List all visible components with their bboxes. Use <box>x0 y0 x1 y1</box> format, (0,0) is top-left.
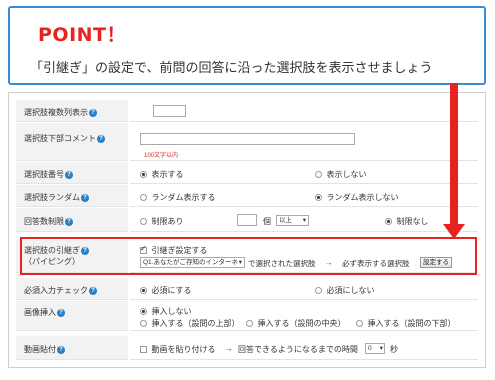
help-icon[interactable]: ? <box>81 193 89 202</box>
row-image-label: 画像挿入 <box>24 308 56 317</box>
arrow-down-shaft <box>450 83 458 226</box>
limit-off-option[interactable]: 制限なし <box>385 216 428 227</box>
row-required-label: 必須入力チェック <box>24 286 88 295</box>
radio[interactable] <box>356 320 363 328</box>
callout-text: 「引継ぎ」の設定で、前問の回答に沿った選択肢を表示させましょう <box>30 61 433 76</box>
image-none-option[interactable]: 挿入しない <box>140 306 191 317</box>
checkbox[interactable] <box>140 346 147 354</box>
radio-selected[interactable] <box>140 287 147 295</box>
video-time-select[interactable]: 0 ▾ <box>365 343 385 354</box>
help-icon[interactable]: ? <box>89 286 97 295</box>
image-top-option[interactable]: 挿入する（設問の上部） <box>140 318 239 329</box>
radio-selected[interactable] <box>385 218 392 226</box>
random-hide-option[interactable]: ランダム表示しない <box>315 192 398 203</box>
random-show-option[interactable]: ランダム表示する <box>140 192 215 203</box>
chevron-down-icon: ▾ <box>379 345 383 352</box>
help-icon[interactable]: ? <box>57 308 65 317</box>
limit-unit: 個 <box>263 217 271 226</box>
point-callout: POINT！ 「引継ぎ」の設定で、前問の回答に沿った選択肢を表示させましょう <box>8 6 486 85</box>
radio-selected[interactable] <box>315 194 322 202</box>
radio[interactable] <box>315 171 322 179</box>
limit-condition-select[interactable]: 以上 ▾ <box>276 215 309 226</box>
radio[interactable] <box>315 287 322 295</box>
radio[interactable] <box>246 320 253 328</box>
row-limit-label: 回答数制限 <box>24 217 64 226</box>
help-icon[interactable]: ? <box>97 134 105 143</box>
columns-input[interactable] <box>153 105 186 117</box>
radio[interactable] <box>140 218 147 226</box>
numbering-hide-option[interactable]: 表示しない <box>315 169 366 180</box>
row-numbering: 選択肢番号? 表示する 表示しない <box>16 162 478 184</box>
row-image: 画像挿入? 挿入しない 挿入する（設問の上部） 挿入する（設問の中央） 挿入する… <box>16 301 478 331</box>
radio-selected[interactable] <box>140 171 147 179</box>
radio[interactable] <box>140 320 147 328</box>
required-off-option[interactable]: 必須にしない <box>315 285 374 296</box>
image-bottom-option[interactable]: 挿入する（設問の下部） <box>356 318 455 329</box>
callout-title: POINT！ <box>38 24 127 46</box>
video-time-text: 回答できるようになるまでの時間 <box>238 345 358 354</box>
row-required: 必須入力チェック? 必須にする 必須にしない <box>16 278 478 300</box>
row-columns: 選択肢複数列表示? <box>16 100 478 122</box>
chevron-down-icon: ▾ <box>302 217 306 224</box>
row-random-label: 選択肢ランダム <box>24 193 80 202</box>
video-time-unit: 秒 <box>390 345 398 354</box>
arrow-down-icon <box>443 224 465 239</box>
help-icon[interactable]: ? <box>89 108 97 117</box>
row-comment: 選択肢下部コメント? 100文字以内 <box>16 123 478 161</box>
limit-count-input[interactable] <box>237 214 257 226</box>
video-enable-checkbox[interactable]: 動画を貼り付ける <box>140 344 215 355</box>
row-random: 選択肢ランダム? ランダム表示する ランダム表示しない <box>16 185 478 207</box>
help-icon[interactable]: ? <box>65 217 73 226</box>
row-limit: 回答数制限? 制限あり 個 以上 ▾ 制限なし <box>16 208 478 232</box>
piping-highlight-box <box>20 237 477 275</box>
image-middle-option[interactable]: 挿入する（設問の中央） <box>246 318 345 329</box>
row-video: 動画貼付? 動画を貼り付ける → 回答できるようになるまでの時間 0 ▾ 秒 <box>16 336 478 360</box>
help-icon[interactable]: ? <box>65 170 73 179</box>
row-comment-label: 選択肢下部コメント <box>24 134 96 143</box>
arrow-right-icon: → <box>225 344 233 353</box>
numbering-show-option[interactable]: 表示する <box>140 169 183 180</box>
comment-input[interactable] <box>140 133 355 145</box>
row-numbering-label: 選択肢番号 <box>24 170 64 179</box>
required-on-option[interactable]: 必須にする <box>140 285 192 296</box>
radio-selected[interactable] <box>140 308 147 316</box>
help-icon[interactable]: ? <box>57 345 65 354</box>
radio[interactable] <box>140 194 147 202</box>
limit-on-option[interactable]: 制限あり <box>140 216 183 227</box>
comment-hint: 100文字以内 <box>144 153 179 159</box>
row-video-label: 動画貼付 <box>24 345 56 354</box>
row-columns-label: 選択肢複数列表示 <box>24 108 88 117</box>
